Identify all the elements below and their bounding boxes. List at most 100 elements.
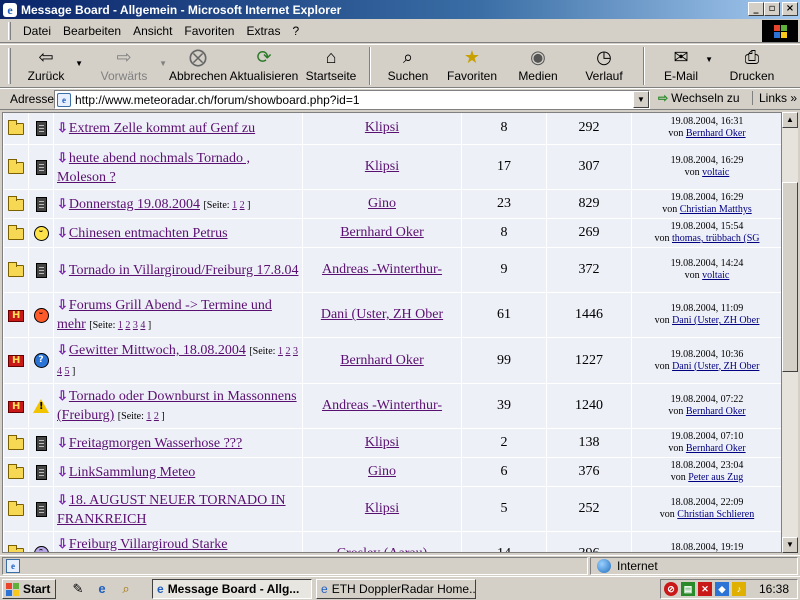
page-link[interactable]: 2 — [240, 200, 245, 211]
page-link[interactable]: 1 — [232, 200, 237, 211]
tray-app-icon[interactable]: ◆ — [715, 582, 729, 596]
mail-button[interactable]: ✉ E-Mail ▼ — [651, 45, 713, 87]
new-post-arrow-icon[interactable]: ⇩ — [57, 464, 68, 479]
menu-favoriten[interactable]: Favoriten — [178, 24, 240, 38]
close-button[interactable]: × — [782, 2, 798, 16]
new-post-arrow-icon[interactable]: ⇩ — [57, 120, 68, 135]
last-post-user-link[interactable]: Peter aus Zug — [688, 472, 743, 483]
thread-title-link[interactable]: Chinesen entmachten Petrus — [69, 226, 228, 241]
author-link[interactable]: Andreas -Winterthur- — [322, 262, 442, 277]
last-post-user-link[interactable]: Bernhard Oker — [686, 443, 746, 454]
author-link[interactable]: Klipsi — [365, 159, 399, 174]
task-message-board[interactable]: e Message Board - Allg... — [152, 579, 312, 599]
go-button[interactable]: ⇨ Wechseln zu — [658, 91, 740, 105]
page-link[interactable]: 1 — [146, 411, 151, 422]
page-link[interactable]: 2 — [285, 346, 290, 357]
thread-title-link[interactable]: Freiburg Villargiroud Starke Sturmschäde… — [57, 537, 228, 552]
author-link[interactable]: Bernhard Oker — [340, 225, 424, 240]
start-button[interactable]: Start — [2, 579, 56, 599]
title-bar[interactable]: e Message Board - Allgemein - Microsoft … — [0, 0, 800, 19]
new-post-arrow-icon[interactable]: ⇩ — [57, 262, 68, 277]
volume-icon[interactable]: ♪ — [732, 582, 746, 596]
security-icon[interactable]: ✕ — [698, 582, 712, 596]
scroll-down-icon[interactable]: ▼ — [782, 537, 798, 553]
address-dropdown-icon[interactable]: ▼ — [633, 91, 649, 108]
back-button[interactable]: ⇦ Zurück ▼ — [17, 45, 83, 87]
last-post-user-link[interactable]: thomas, trübbach (SG — [672, 233, 760, 244]
task-eth-doppler[interactable]: e ETH DopplerRadar Home... — [316, 579, 476, 599]
scroll-thumb[interactable] — [782, 182, 798, 372]
thread-title-link[interactable]: Donnerstag 19.08.2004 — [69, 197, 200, 212]
forward-dropdown-icon[interactable]: ▼ — [159, 59, 167, 68]
back-dropdown-icon[interactable]: ▼ — [75, 59, 83, 68]
author-link[interactable]: Bernhard Oker — [340, 353, 424, 368]
new-post-arrow-icon[interactable]: ⇩ — [57, 225, 68, 240]
favorites-button[interactable]: ★ Favoriten — [439, 45, 505, 87]
clock[interactable]: 16:38 — [759, 582, 789, 596]
last-post-user-link[interactable]: Bernhard Oker — [686, 406, 746, 417]
page-link[interactable]: 1 — [278, 346, 283, 357]
menu-help[interactable]: ? — [286, 24, 305, 38]
last-post-user-link[interactable]: Dani (Uster, ZH Ober — [672, 315, 759, 326]
refresh-button[interactable]: ⟳ Aktualisieren — [229, 45, 299, 87]
new-post-arrow-icon[interactable]: ⇩ — [57, 492, 68, 507]
home-button[interactable]: ⌂ Startseite — [299, 45, 363, 87]
thread-title-link[interactable]: heute abend nochmals Tornado , Moleson ? — [57, 151, 250, 185]
last-post-user-link[interactable]: voltaic — [702, 167, 729, 178]
page-link[interactable]: 2 — [154, 411, 159, 422]
quicklaunch-ie-icon[interactable]: e — [94, 581, 110, 597]
forward-button[interactable]: ⇨ Vorwärts ▼ — [89, 45, 167, 87]
address-input[interactable]: e http://www.meteoradar.ch/forum/showboa… — [54, 90, 650, 109]
thread-title-link[interactable]: Tornado in Villargiroud/Freiburg 17.8.04 — [69, 263, 299, 278]
quicklaunch-desktop-icon[interactable]: ✎ — [70, 581, 86, 597]
toolbar-grip[interactable] — [8, 21, 11, 40]
page-link[interactable]: 4 — [140, 320, 145, 331]
last-post-user-link[interactable]: Christian Schlieren — [677, 509, 754, 520]
thread-title-link[interactable]: Tornado oder Downburst in Massonnens (Fr… — [57, 389, 297, 423]
author-link[interactable]: Dani (Uster, ZH Ober — [321, 307, 443, 322]
antivirus-icon[interactable]: ⊘ — [664, 582, 678, 596]
new-post-arrow-icon[interactable]: ⇩ — [57, 297, 68, 312]
media-button[interactable]: ◉ Medien — [505, 45, 571, 87]
last-post-user-link[interactable]: voltaic — [702, 270, 729, 281]
toolbar-grip[interactable] — [8, 48, 11, 84]
author-link[interactable]: Gino — [368, 464, 396, 479]
new-post-arrow-icon[interactable]: ⇩ — [57, 388, 68, 403]
page-link[interactable]: 2 — [125, 320, 130, 331]
author-link[interactable]: Klipsi — [365, 435, 399, 450]
thread-title-link[interactable]: Gewitter Mittwoch, 18.08.2004 — [69, 343, 246, 358]
search-button[interactable]: ⌕ Suchen — [377, 45, 439, 87]
page-link[interactable]: 3 — [293, 346, 298, 357]
thread-title-link[interactable]: LinkSammlung Meteo — [69, 465, 195, 480]
print-button[interactable]: ⎙ Drucken — [719, 45, 785, 87]
minimize-button[interactable]: _ — [748, 2, 764, 16]
new-post-arrow-icon[interactable]: ⇩ — [57, 435, 68, 450]
page-link[interactable]: 5 — [65, 366, 70, 377]
history-button[interactable]: ◷ Verlauf — [571, 45, 637, 87]
last-post-user-link[interactable]: Dani (Uster, ZH Ober — [672, 361, 759, 372]
last-post-user-link[interactable]: Bernhard Oker — [686, 128, 746, 139]
vertical-scrollbar[interactable]: ▲ ▼ — [782, 112, 798, 553]
author-link[interactable]: Andreas -Winterthur- — [322, 398, 442, 413]
new-post-arrow-icon[interactable]: ⇩ — [57, 196, 68, 211]
mail-dropdown-icon[interactable]: ▼ — [705, 55, 713, 64]
thread-title-link[interactable]: Freitagmorgen Wasserhose ??? — [69, 436, 242, 451]
author-link[interactable]: Crosley (Aarau) — [337, 546, 428, 553]
author-link[interactable]: Gino — [368, 196, 396, 211]
network-icon[interactable]: ▤ — [681, 582, 695, 596]
maximize-button[interactable]: ▫ — [764, 2, 780, 16]
quicklaunch-explorer-icon[interactable]: ⌕ — [118, 581, 134, 597]
address-url[interactable]: http://www.meteoradar.ch/forum/showboard… — [75, 93, 360, 107]
menu-ansicht[interactable]: Ansicht — [127, 24, 178, 38]
stop-button[interactable]: ⨂ Abbrechen — [167, 45, 229, 87]
new-post-arrow-icon[interactable]: ⇩ — [57, 536, 68, 551]
author-link[interactable]: Klipsi — [365, 501, 399, 516]
scroll-up-icon[interactable]: ▲ — [782, 112, 798, 128]
page-link[interactable]: 3 — [133, 320, 138, 331]
page-link[interactable]: 1 — [118, 320, 123, 331]
new-post-arrow-icon[interactable]: ⇩ — [57, 342, 68, 357]
links-button[interactable]: Links » — [752, 91, 797, 105]
menu-datei[interactable]: Datei — [17, 24, 57, 38]
page-link[interactable]: 4 — [57, 366, 62, 377]
thread-title-link[interactable]: 18. AUGUST NEUER TORNADO IN FRANKREICH — [57, 493, 286, 527]
